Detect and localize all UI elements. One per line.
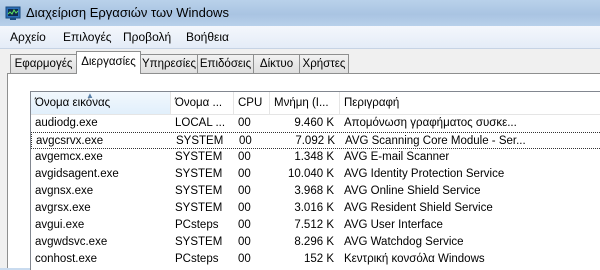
window-title: Διαχείριση Εργασιών των Windows xyxy=(26,5,229,20)
cell-user-name: PCsteps xyxy=(175,219,219,231)
cell-memory: 1.348 K xyxy=(294,151,334,163)
cell-image-name: avgwdsvc.exe xyxy=(35,236,108,248)
cell-user-name: SYSTEM xyxy=(175,236,223,248)
tab-processes[interactable]: Διεργασίες xyxy=(76,51,141,74)
cell-memory: 3.016 K xyxy=(294,202,334,214)
sort-ascending-icon: ▲ xyxy=(86,92,94,100)
table-row[interactable]: avgnsx.exe SYSTEM 00 3.968 K AVG Online Shie… xyxy=(31,183,600,200)
menu-help[interactable]: Βοήθεια xyxy=(186,30,229,44)
cell-image-name: avgcsrvx.exe xyxy=(36,135,104,147)
list-header: ▲ Όνομα εικόνας Όνομα ... CPU Μνήμη (I..… xyxy=(31,92,600,115)
cell-description: AVG Identity Protection Service xyxy=(344,168,505,180)
menu-file[interactable]: Αρχείο xyxy=(10,30,46,44)
cell-memory: 8.296 K xyxy=(294,236,334,248)
cell-image-name: conhost.exe xyxy=(35,253,98,265)
cell-memory: 10.040 K xyxy=(287,168,334,180)
column-image-name[interactable]: ▲ Όνομα εικόνας xyxy=(31,92,171,114)
cell-cpu: 00 xyxy=(238,253,251,265)
table-row[interactable]: avgwdsvc.exe SYSTEM 00 8.296 K AVG Watchdog … xyxy=(31,234,600,251)
cell-image-name: avgnsx.exe xyxy=(35,185,94,197)
column-cpu[interactable]: CPU xyxy=(234,92,270,114)
menu-options[interactable]: Επιλογές xyxy=(63,30,112,44)
cell-memory: 152 K xyxy=(303,253,334,265)
cell-description: AVG Watchdog Service xyxy=(344,236,464,248)
process-list[interactable]: ▲ Όνομα εικόνας Όνομα ... CPU Μνήμη (I..… xyxy=(30,91,600,270)
cell-user-name: SYSTEM xyxy=(175,185,223,197)
cell-description: Κεντρική κονσόλα Windows xyxy=(344,253,485,265)
cell-cpu: 00 xyxy=(239,135,252,147)
cell-user-name: LOCAL ... xyxy=(175,117,226,129)
cell-description: Απομόνωση γραφήματος συσκε... xyxy=(344,117,517,129)
cell-description: AVG User Interface xyxy=(344,219,443,231)
cell-user-name: SYSTEM xyxy=(175,151,223,163)
column-description[interactable]: Περιγραφή xyxy=(340,92,600,114)
cell-description: AVG Scanning Core Module - Ser... xyxy=(345,135,526,147)
table-row[interactable]: avgcsrvx.exe SYSTEM 00 7.092 K AVG Scanning … xyxy=(31,132,600,149)
cell-cpu: 00 xyxy=(238,236,251,248)
cell-memory: 7.092 K xyxy=(295,135,335,147)
cell-description: AVG Resident Shield Service xyxy=(344,202,493,214)
column-user-name[interactable]: Όνομα ... xyxy=(171,92,234,114)
table-row[interactable]: avgidsagent.exe SYSTEM 00 10.040 K AVG Ident… xyxy=(31,166,600,183)
cell-image-name: avgrsx.exe xyxy=(35,202,91,214)
cell-cpu: 00 xyxy=(238,168,251,180)
table-row[interactable]: conhost.exe PCsteps 00 152 K Κεντρική κονσόλ… xyxy=(31,251,600,268)
task-manager-icon xyxy=(5,6,21,20)
table-row[interactable]: avgrsx.exe SYSTEM 00 3.016 K AVG Resident Sh… xyxy=(31,200,600,217)
column-memory[interactable]: Μνήμη (I... xyxy=(270,92,340,114)
tab-area: Εφαρμογές Διεργασίες Υπηρεσίες Επιδόσεις… xyxy=(0,49,600,270)
tab-applications[interactable]: Εφαρμογές xyxy=(10,54,77,73)
cell-cpu: 00 xyxy=(238,219,251,231)
cell-image-name: audiodg.exe xyxy=(35,117,98,129)
title-bar[interactable]: Διαχείριση Εργασιών των Windows xyxy=(0,0,600,26)
column-image-name-label: Όνομα εικόνας xyxy=(35,97,111,109)
cell-user-name: PCsteps xyxy=(175,253,219,265)
cell-image-name: avgemcx.exe xyxy=(35,151,103,163)
cell-memory: 7.512 K xyxy=(294,219,334,231)
cell-cpu: 00 xyxy=(238,151,251,163)
table-row[interactable]: avgui.exe PCsteps 00 7.512 K AVG User Interf… xyxy=(31,217,600,234)
cell-image-name: avgidsagent.exe xyxy=(35,168,119,180)
table-row[interactable]: avgemcx.exe SYSTEM 00 1.348 K AVG E-mail Sca… xyxy=(31,149,600,166)
tab-users[interactable]: Χρήστες xyxy=(299,54,349,73)
tab-networking[interactable]: Δίκτυο xyxy=(253,54,300,73)
cell-image-name: avgui.exe xyxy=(35,219,85,231)
cell-cpu: 00 xyxy=(238,117,251,129)
processes-panel: ▲ Όνομα εικόνας Όνομα ... CPU Μνήμη (I..… xyxy=(7,73,600,270)
cell-cpu: 00 xyxy=(238,202,251,214)
cell-user-name: SYSTEM xyxy=(175,168,223,180)
cell-memory: 3.968 K xyxy=(294,185,334,197)
table-row[interactable]: audiodg.exe LOCAL ... 00 9.460 K Απομόνωση γ… xyxy=(31,115,600,132)
menu-view[interactable]: Προβολή xyxy=(123,30,171,44)
cell-description: AVG Online Shield Service xyxy=(344,185,481,197)
tab-services[interactable]: Υπηρεσίες xyxy=(140,54,198,73)
cell-cpu: 00 xyxy=(238,185,251,197)
menu-bar: Αρχείο Επιλογές Προβολή Βοήθεια xyxy=(0,26,600,49)
cell-memory: 9.460 K xyxy=(294,117,334,129)
cell-user-name: SYSTEM xyxy=(176,135,224,147)
tab-performance[interactable]: Επιδόσεις xyxy=(197,54,254,73)
cell-description: AVG E-mail Scanner xyxy=(344,151,450,163)
cell-user-name: SYSTEM xyxy=(175,202,223,214)
